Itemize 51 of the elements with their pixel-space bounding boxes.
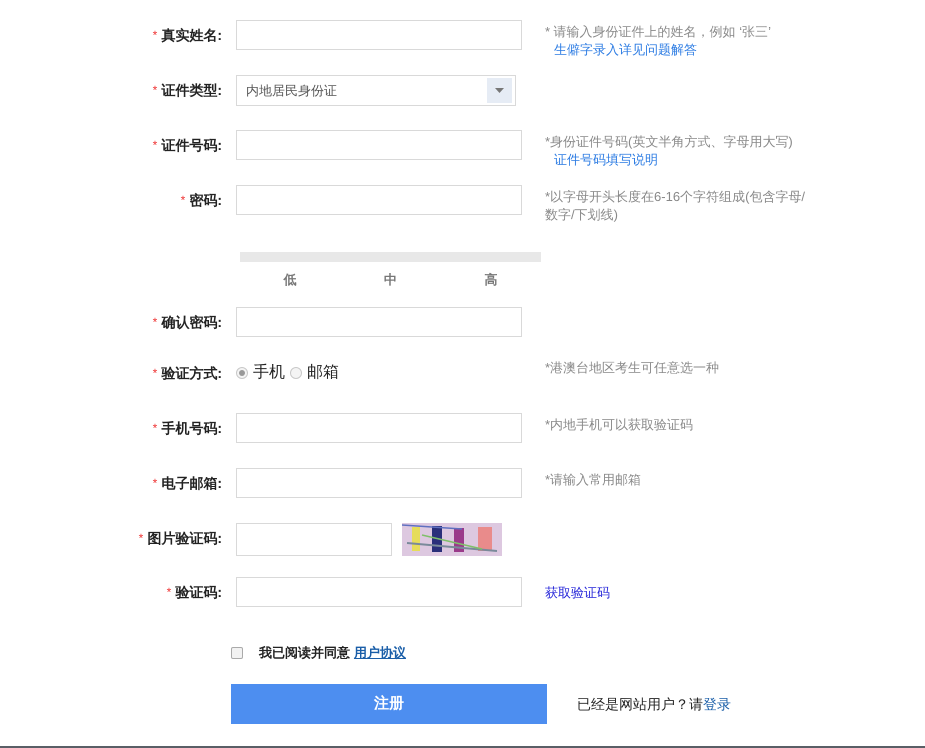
field-hint: *身份证件号码(英文半角方式、字母用大写) — [545, 133, 793, 151]
required-mark: * — [152, 314, 158, 331]
radio-option[interactable]: 邮箱 — [290, 361, 339, 385]
required-mark: * — [152, 27, 158, 44]
strength-label: 中 — [384, 271, 397, 289]
help-link[interactable]: 证件号码填写说明 — [554, 151, 658, 169]
required-mark: * — [152, 365, 158, 382]
text-field[interactable] — [236, 20, 522, 50]
required-mark: * — [152, 82, 158, 99]
agree-checkbox[interactable] — [231, 647, 243, 659]
id-type-dropdown[interactable]: 内地居民身份证 — [236, 75, 516, 106]
strength-label: 高 — [484, 271, 498, 289]
field-hint: *内地手机可以获取验证码 — [545, 416, 694, 434]
strength-label: 低 — [284, 271, 297, 289]
login-prompt: 已经是网站用户？请 — [577, 694, 703, 714]
field-label: 确认密码: — [161, 312, 222, 332]
field-label: 验证方式: — [161, 364, 222, 382]
radio-option[interactable]: 手机 — [236, 361, 285, 385]
field-label: 手机号码: — [161, 418, 222, 438]
text-field[interactable] — [236, 468, 522, 498]
field-label: 图片验证码: — [147, 528, 222, 548]
get-code-link[interactable]: 获取验证码 — [545, 584, 610, 602]
radio-button[interactable] — [290, 367, 302, 379]
field-label: 电子邮箱: — [161, 474, 222, 492]
text-field[interactable] — [236, 130, 522, 160]
help-link[interactable]: 生僻字录入详见问题解答 — [554, 41, 697, 59]
text-field[interactable] — [236, 185, 522, 215]
field-label: 真实姓名: — [161, 26, 222, 44]
required-mark: * — [152, 420, 158, 437]
text-field[interactable] — [236, 577, 522, 607]
field-hint: * 请输入身份证件上的姓名，例如 ‘张三’ — [545, 23, 772, 41]
dropdown-caret-icon — [487, 78, 512, 103]
field-hint: *请输入常用邮箱 — [545, 471, 642, 489]
field-label: 验证码: — [175, 582, 222, 602]
user-agreement-link[interactable]: 用户协议 — [354, 643, 406, 663]
required-mark: * — [166, 584, 172, 601]
required-mark: * — [138, 530, 144, 547]
text-field[interactable] — [236, 307, 522, 337]
radio-button[interactable] — [236, 367, 248, 379]
required-mark: * — [152, 475, 158, 492]
field-hint: *以字母开头长度在6-16个字符组成(包含字母/数字/下划线) — [545, 188, 806, 224]
field-hint: *港澳台地区考生可任意选一种 — [545, 359, 720, 377]
text-field[interactable] — [236, 413, 522, 443]
login-link[interactable]: 登录 — [703, 694, 731, 714]
required-mark: * — [152, 137, 158, 154]
captcha-field[interactable] — [236, 523, 392, 556]
agreement-text: 我已阅读并同意 — [259, 644, 350, 662]
required-mark: * — [180, 192, 186, 209]
field-label: 证件号码: — [161, 136, 222, 154]
field-label: 证件类型: — [161, 80, 222, 100]
field-label: 密码: — [189, 190, 222, 210]
